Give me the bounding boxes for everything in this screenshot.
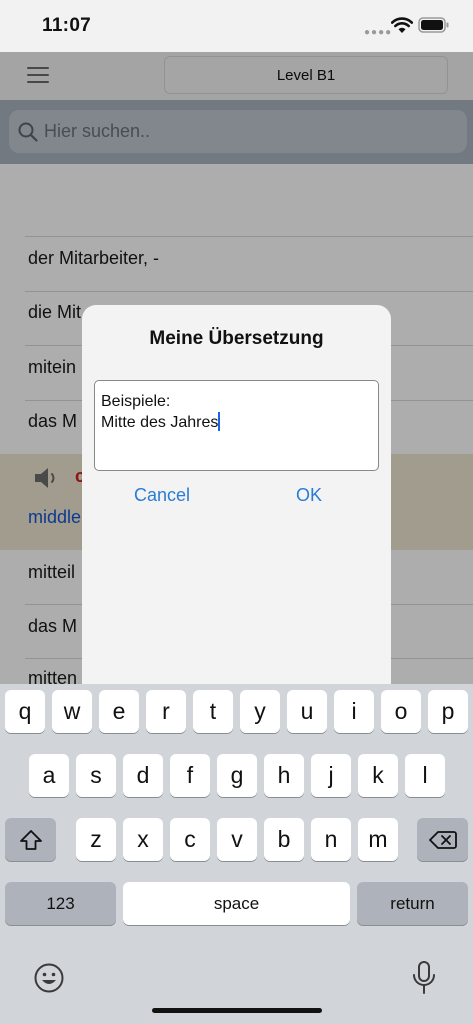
emoji-icon[interactable] <box>33 962 65 994</box>
key-z[interactable]: z <box>76 818 116 861</box>
microphone-icon[interactable] <box>411 960 437 996</box>
key-u[interactable]: u <box>287 690 327 733</box>
key-k[interactable]: k <box>358 754 398 797</box>
cancel-button[interactable]: Cancel <box>134 485 190 506</box>
translation-text-field[interactable]: Beispiele: Mitte des Jahres <box>94 380 379 471</box>
key-g[interactable]: g <box>217 754 257 797</box>
key-v[interactable]: v <box>217 818 257 861</box>
key-c[interactable]: c <box>170 818 210 861</box>
shift-arrow-icon <box>19 829 42 850</box>
key-l[interactable]: l <box>405 754 445 797</box>
dialog-title: Meine Übersetzung <box>149 328 324 349</box>
key-d[interactable]: d <box>123 754 163 797</box>
status-time: 11:07 <box>42 15 92 36</box>
keyboard: q w e r t y u i o p a s d f g h j k l z … <box>0 684 473 1024</box>
battery-icon <box>418 17 449 33</box>
key-q[interactable]: q <box>5 690 45 733</box>
key-o[interactable]: o <box>381 690 421 733</box>
key-p[interactable]: p <box>428 690 468 733</box>
delete-key[interactable] <box>417 818 468 861</box>
backspace-icon <box>428 830 457 849</box>
home-indicator[interactable] <box>152 1008 322 1013</box>
text-line: Mitte des Jahres <box>101 414 219 431</box>
key-s[interactable]: s <box>76 754 116 797</box>
key-j[interactable]: j <box>311 754 351 797</box>
key-h[interactable]: h <box>264 754 304 797</box>
text-cursor <box>218 412 221 431</box>
return-key[interactable]: return <box>357 882 468 925</box>
key-m[interactable]: m <box>358 818 398 861</box>
wifi-icon <box>391 17 413 33</box>
key-y[interactable]: y <box>240 690 280 733</box>
shift-key[interactable] <box>5 818 56 861</box>
key-w[interactable]: w <box>52 690 92 733</box>
key-a[interactable]: a <box>29 754 69 797</box>
key-e[interactable]: e <box>99 690 139 733</box>
key-b[interactable]: b <box>264 818 304 861</box>
key-f[interactable]: f <box>170 754 210 797</box>
key-r[interactable]: r <box>146 690 186 733</box>
key-n[interactable]: n <box>311 818 351 861</box>
key-x[interactable]: x <box>123 818 163 861</box>
space-key[interactable]: space <box>123 882 350 925</box>
key-i[interactable]: i <box>334 690 374 733</box>
translation-dialog <box>82 305 391 685</box>
ok-button[interactable]: OK <box>296 485 322 506</box>
text-line: Beispiele: <box>101 393 171 410</box>
cellular-signal-icon: ●●●● <box>364 27 393 38</box>
numbers-key[interactable]: 123 <box>5 882 116 925</box>
key-t[interactable]: t <box>193 690 233 733</box>
